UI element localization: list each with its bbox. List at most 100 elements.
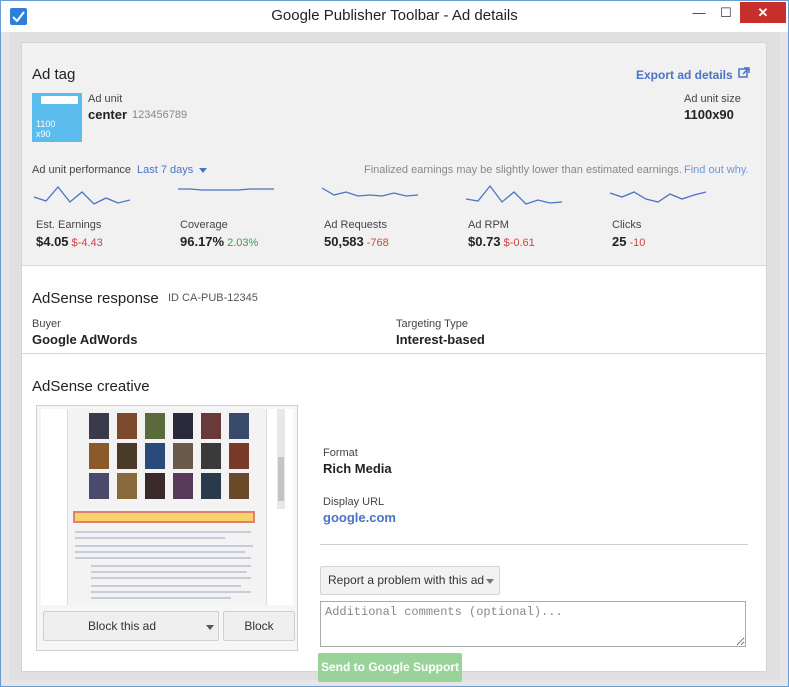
screenshot-poster	[89, 413, 109, 439]
screenshot-text-line	[91, 571, 247, 573]
maximize-button[interactable]: ☐	[713, 2, 739, 23]
ad-thumb-size-line2: x90	[36, 129, 51, 139]
metric-ad-requests: Ad Requests 50,583 -768	[320, 181, 460, 256]
metric-delta: 2.03%	[227, 237, 259, 249]
adsense-response-heading: AdSense response	[32, 290, 159, 307]
external-link-icon[interactable]	[738, 67, 750, 79]
metric-value-text: $0.73	[468, 234, 501, 249]
sparkline-line	[609, 191, 707, 203]
format-label: Format	[323, 447, 358, 459]
metric-name: Est. Earnings	[36, 219, 102, 231]
publisher-id: ID CA-PUB-12345	[168, 292, 258, 304]
metric-value-text: 50,583	[324, 234, 364, 249]
creative-divider	[320, 544, 748, 545]
ad-details-window: Google Publisher Toolbar - Ad details — …	[0, 0, 789, 687]
adsense-response-section: AdSense response ID CA-PUB-12345 Buyer G…	[22, 266, 766, 354]
screenshot-poster	[145, 443, 165, 469]
screenshot-poster	[229, 443, 249, 469]
chevron-down-icon[interactable]	[486, 579, 494, 584]
screenshot-poster	[145, 413, 165, 439]
sparkline	[178, 188, 274, 191]
screenshot-text-line	[75, 557, 251, 559]
screenshot-poster	[201, 413, 221, 439]
minimize-button[interactable]: —	[686, 2, 712, 23]
block-this-ad-button[interactable]: Block this ad	[43, 611, 219, 641]
screenshot-poster	[117, 473, 137, 499]
ad-thumb-bar	[41, 96, 78, 104]
screenshot-ad-banner	[73, 511, 255, 523]
earnings-note: Finalized earnings may be slightly lower…	[364, 164, 682, 176]
export-ad-details-link[interactable]: Export ad details	[636, 68, 733, 82]
metric-coverage: Coverage 96.17% 2.03%	[176, 181, 316, 256]
screenshot-text-line	[91, 585, 241, 587]
targeting-type-value: Interest-based	[396, 332, 485, 347]
sparkline	[33, 185, 131, 205]
metric-ad-rpm: Ad RPM $0.73 $-0.61	[464, 181, 604, 256]
metric-name: Coverage	[180, 219, 228, 231]
close-button[interactable]: ✕	[740, 2, 786, 23]
display-url-link[interactable]: google.com	[323, 510, 396, 525]
ad-unit-label: Ad unit	[88, 93, 123, 105]
screenshot-poster	[117, 443, 137, 469]
screenshot-poster	[173, 443, 193, 469]
metric-value: 25 -10	[612, 234, 645, 249]
metric-clicks: Clicks 25 -10	[608, 181, 748, 256]
screenshot-text-line	[75, 551, 245, 553]
screenshot-text-line	[75, 531, 251, 533]
window-title: Google Publisher Toolbar - Ad details	[271, 7, 518, 24]
screenshot-poster	[229, 473, 249, 499]
ad-unit-id: 123456789	[132, 109, 188, 121]
window-content: Ad tag Export ad details 1100 x90 Ad uni…	[9, 32, 780, 682]
sparkline	[321, 187, 419, 197]
report-problem-select[interactable]: Report a problem with this ad	[320, 566, 500, 595]
screenshot-poster	[173, 473, 193, 499]
ad-unit-size-value: 1100x90	[684, 107, 734, 122]
screenshot-text-line	[75, 545, 253, 547]
metric-delta: $-0.61	[503, 237, 535, 249]
metric-value-text: 96.17%	[180, 234, 225, 249]
sparkline-line	[33, 185, 131, 205]
buyer-label: Buyer	[32, 318, 61, 330]
metric-value-text: $4.05	[36, 234, 69, 249]
block-button[interactable]: Block	[223, 611, 295, 641]
chevron-down-icon[interactable]	[199, 168, 207, 173]
ad-tag-heading: Ad tag	[32, 66, 76, 83]
screenshot-poster	[173, 413, 193, 439]
metric-delta: -10	[629, 237, 646, 249]
sparkline-line	[321, 187, 419, 197]
details-panel: Ad tag Export ad details 1100 x90 Ad uni…	[21, 42, 767, 682]
find-out-why-link[interactable]: Find out why.	[684, 164, 749, 176]
adsense-creative-section: AdSense creative Block this ad Block For…	[22, 355, 766, 682]
sparkline-line	[178, 188, 274, 191]
ad-tag-section: Ad tag Export ad details 1100 x90 Ad uni…	[22, 43, 766, 266]
metric-value-text: 25	[612, 234, 627, 249]
date-range-dropdown[interactable]: Last 7 days	[137, 164, 193, 176]
creative-preview: Block this ad Block	[36, 405, 298, 651]
screenshot-poster	[201, 473, 221, 499]
metric-est-earnings: Est. Earnings $4.05 $-4.43	[32, 181, 172, 256]
metric-name: Ad Requests	[324, 219, 387, 231]
metric-value: 96.17% 2.03%	[180, 234, 258, 249]
metric-name: Clicks	[612, 219, 642, 231]
screenshot-text-line	[91, 577, 251, 579]
sparkline	[609, 191, 707, 203]
creative-screenshot	[41, 409, 293, 605]
screenshot-poster	[201, 443, 221, 469]
sparkline	[465, 184, 563, 205]
screenshot-text-line	[91, 591, 251, 593]
title-bar: Google Publisher Toolbar - Ad details — …	[1, 1, 788, 32]
ad-unit-size-label: Ad unit size	[684, 93, 741, 105]
ad-unit-performance-label: Ad unit performance	[32, 164, 132, 176]
metric-value: $0.73 $-0.61	[468, 234, 535, 249]
adsense-creative-heading: AdSense creative	[32, 378, 150, 395]
metric-delta: -768	[366, 237, 389, 249]
buyer-value: Google AdWords	[32, 332, 138, 347]
targeting-type-label: Targeting Type	[396, 318, 468, 330]
send-to-google-support-button[interactable]: Send to Google Support	[318, 653, 462, 682]
chevron-down-icon[interactable]	[206, 625, 214, 630]
screenshot-text-line	[91, 565, 251, 567]
format-value: Rich Media	[323, 461, 392, 476]
screenshot-poster	[117, 413, 137, 439]
additional-comments-input[interactable]	[320, 601, 746, 647]
screenshot-poster	[229, 413, 249, 439]
